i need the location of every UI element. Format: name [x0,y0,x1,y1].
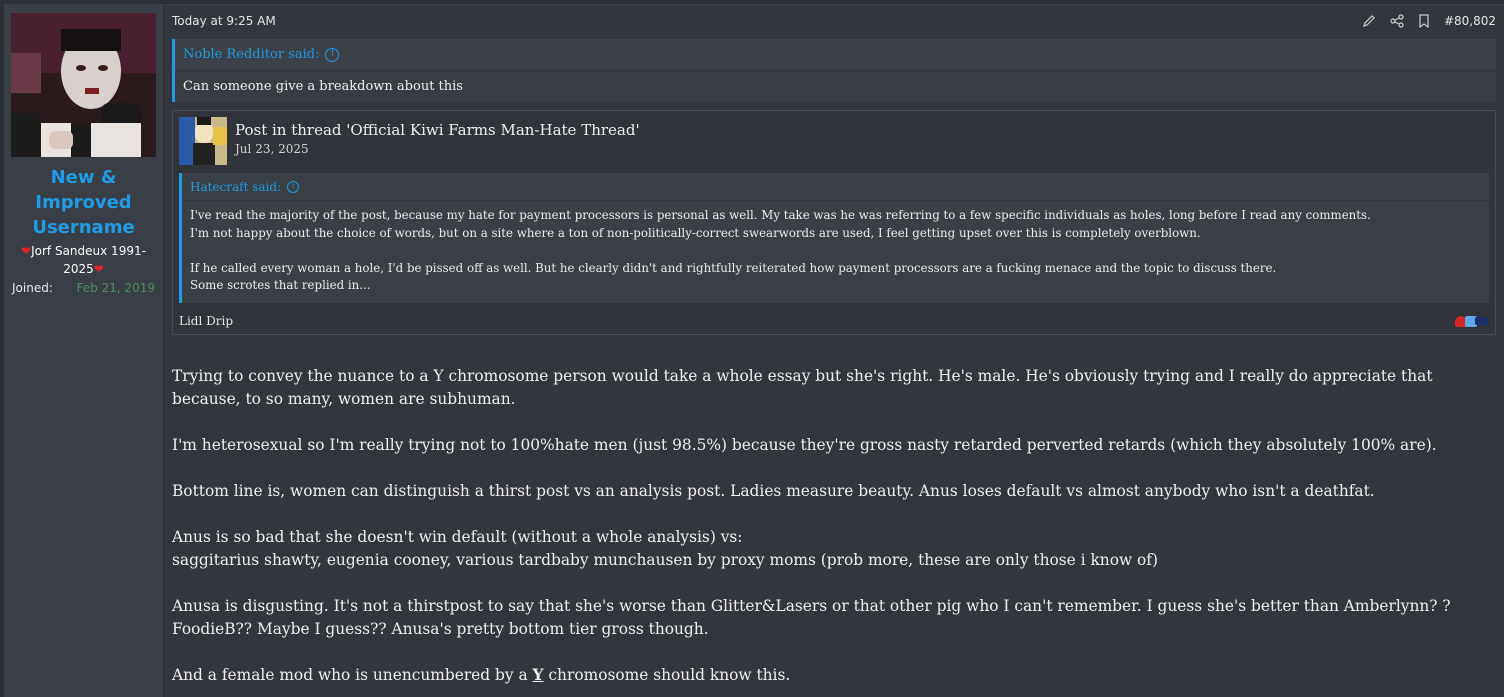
arrow-up-icon[interactable]: ↑ [287,180,300,193]
body-paragraph: saggitarius shawty, eugenia cooney, vari… [172,551,1159,569]
quote-block: Noble Redditor said: ↑ Can someone give … [172,39,1496,102]
body-paragraph: And a female mod who is unencumbered by … [172,664,1492,687]
body-paragraph: Bottom line is, women can distinguish a … [172,482,1375,500]
joined-date: Feb 21, 2019 [76,281,156,295]
user-title: ❤Jorf Sandeux 1991-2025❤ [11,242,156,278]
embed-footer: Lidl Drip [179,314,1489,328]
body-paragraph: Anusa is disgusting. It's not a thirstpo… [172,597,1451,638]
heart-icon: ❤ [21,244,32,258]
user-title-text: Jorf Sandeux 1991-2025 [31,244,146,276]
body-text: chromosome should know this. [543,666,791,684]
body-paragraph: I'm heterosexual so I'm really trying no… [172,436,1437,454]
joined-row: Joined: Feb 21, 2019 [11,281,156,295]
post-timestamp[interactable]: Today at 9:25 AM [172,14,276,28]
body-paragraph: Anus is so bad that she doesn't win defa… [172,528,743,546]
quote-header[interactable]: Noble Redditor said: ↑ [175,39,1496,71]
hat-icon [1475,317,1489,325]
avatar[interactable] [11,13,156,157]
reactions[interactable] [1455,315,1489,327]
quote-text: Can someone give a breakdown about this [175,71,1496,102]
user-panel: New & Improved Username ❤Jorf Sandeux 19… [4,5,164,697]
embed-quote-line: I've read the majority of the post, beca… [190,208,1371,222]
bookmark-icon[interactable] [1418,14,1430,28]
thread-thumbnail [179,117,227,165]
post-body: Trying to convey the nuance to a Y chrom… [172,365,1496,687]
embed-quote-line: If he called every woman a hole, I'd be … [190,260,1277,275]
embed-quote-line: I'm not happy about the choice of words,… [190,225,1201,240]
embed-title[interactable]: Post in thread 'Official Kiwi Farms Man-… [235,121,640,139]
post-attribution: Today at 9:25 AM #80,802 [172,13,1496,29]
quote-author[interactable]: Noble Redditor said: [183,47,319,62]
embed-quote-author[interactable]: Hatecraft said: [190,180,281,194]
embed-footer-author[interactable]: Lidl Drip [179,314,233,328]
arrow-up-icon[interactable]: ↑ [325,47,340,62]
embed-header: Post in thread 'Official Kiwi Farms Man-… [179,117,1489,165]
embedded-post[interactable]: Post in thread 'Official Kiwi Farms Man-… [172,110,1496,335]
post: New & Improved Username ❤Jorf Sandeux 19… [4,4,1504,697]
post-main: Today at 9:25 AM #80,802 Noble Redditor … [164,5,1504,697]
post-actions: #80,802 [1362,14,1496,28]
edit-icon[interactable] [1362,14,1376,28]
embed-quote-header[interactable]: Hatecraft said: ↑ [182,173,1489,201]
username[interactable]: New & Improved Username [11,165,156,240]
joined-label: Joined: [12,281,53,295]
body-text: And a female mod who is unencumbered by … [172,666,533,684]
embed-date: Jul 23, 2025 [235,142,309,156]
share-icon[interactable] [1390,14,1404,28]
post-number[interactable]: #80,802 [1444,14,1496,28]
body-paragraph: Trying to convey the nuance to a Y chrom… [172,367,1433,408]
heart-icon: ❤ [93,262,104,276]
embed-quote-body: I've read the majority of the post, beca… [182,201,1489,303]
embed-quote: Hatecraft said: ↑ I've read the majority… [179,173,1489,304]
body-emphasis: Y [532,666,544,684]
embed-quote-line: Some scrotes that replied in... [190,278,371,293]
